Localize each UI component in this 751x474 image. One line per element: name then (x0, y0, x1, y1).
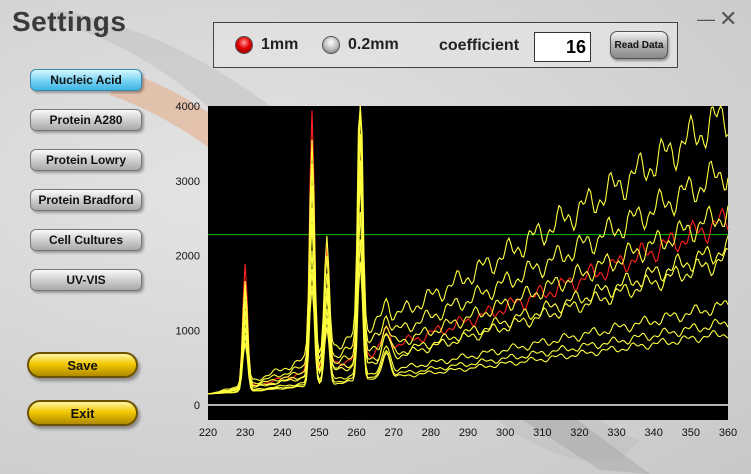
x-tick-label: 260 (347, 427, 365, 439)
y-tick-label: 0 (194, 400, 200, 412)
y-tick-label: 3000 (176, 176, 200, 188)
absorbance-chart-svg: 220 230 240 250 260 270 280 290 300 310 320 330 340 3… (176, 101, 738, 439)
coefficient-input[interactable] (534, 32, 591, 62)
x-tick-label: 310 (533, 427, 551, 439)
coefficient-label: coefficient (439, 37, 520, 54)
menu-nucleic-acid-button[interactable]: Nucleic Acid (30, 69, 142, 91)
radio-unselected-icon (322, 36, 340, 54)
save-button[interactable]: Save (27, 352, 138, 378)
y-tick-label: 2000 (176, 251, 200, 263)
measurement-toolbar: 1mm 0.2mm coefficient Read Data (213, 22, 678, 68)
x-tick-label: 320 (570, 427, 588, 439)
x-tick-label: 330 (607, 427, 625, 439)
menu-cell-cultures-button[interactable]: Cell Cultures (30, 229, 142, 251)
x-tick-label: 230 (236, 427, 254, 439)
radio-0.2mm-label: 0.2mm (348, 36, 399, 53)
radio-1mm[interactable]: 1mm (235, 36, 298, 54)
x-tick-label: 270 (385, 427, 403, 439)
x-tick-label: 240 (273, 427, 291, 439)
x-tick-label: 220 (199, 427, 217, 439)
menu-uv-vis-button[interactable]: UV-VIS (30, 269, 142, 291)
x-tick-label: 280 (422, 427, 440, 439)
close-button[interactable]: ✕ (719, 8, 737, 30)
menu-protein-lowry-button[interactable]: Protein Lowry (30, 149, 142, 171)
menu-protein-a280-button[interactable]: Protein A280 (30, 109, 142, 131)
y-tick-label: 1000 (176, 325, 200, 337)
read-data-button[interactable]: Read Data (610, 31, 668, 59)
x-tick-label: 350 (682, 427, 700, 439)
x-tick-label: 340 (645, 427, 663, 439)
minimize-button[interactable]: — (697, 10, 715, 28)
radio-0.2mm[interactable]: 0.2mm (322, 36, 399, 54)
x-tick-label: 290 (459, 427, 477, 439)
radio-1mm-label: 1mm (261, 36, 299, 53)
radio-selected-icon (235, 36, 253, 54)
x-tick-label: 250 (310, 427, 328, 439)
y-tick-label: 4000 (176, 101, 200, 113)
x-tick-label: 300 (496, 427, 514, 439)
window-title: Settings (12, 6, 127, 37)
x-tick-label: 360 (719, 427, 737, 439)
plot-area (208, 106, 728, 420)
exit-button[interactable]: Exit (27, 400, 138, 426)
absorbance-chart: 220 230 240 250 260 270 280 290 300 310 320 330 340 3… (170, 96, 740, 441)
menu-protein-bradford-button[interactable]: Protein Bradford (30, 189, 142, 211)
